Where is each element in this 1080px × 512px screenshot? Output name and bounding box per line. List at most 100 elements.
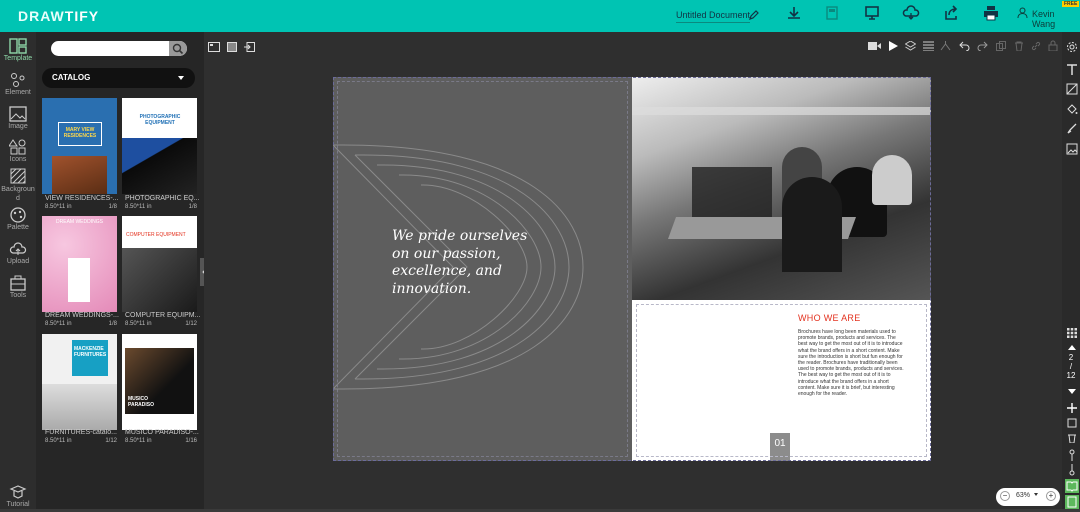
print-button[interactable] <box>976 5 1006 21</box>
template-size: 8.50*11 in <box>125 438 152 444</box>
template-pages: 1/12 <box>185 321 197 327</box>
document-page[interactable]: We pride ourselves on our passion, excel… <box>333 77 931 461</box>
sidebar-item-upload[interactable]: Upload <box>0 241 36 265</box>
edit-title-icon[interactable] <box>748 9 760 21</box>
cloud-icon <box>902 5 920 20</box>
template-pages: 1/16 <box>185 438 197 444</box>
template-size: 8.50*11 in <box>45 321 72 327</box>
sidebar-item-background[interactable]: Backgroun d <box>0 168 36 203</box>
cover-image <box>52 156 107 194</box>
layers-icon[interactable] <box>905 41 916 51</box>
catalog-label: CATALOG <box>52 73 91 82</box>
cover-image <box>42 384 117 430</box>
template-thumbnail[interactable]: MARY VIEW RESIDENCES <box>42 98 117 194</box>
zoom-control: − 63% + <box>996 488 1060 506</box>
sidebar-item-image[interactable]: Image <box>0 106 36 130</box>
present-button[interactable] <box>857 5 887 21</box>
save-button[interactable] <box>817 5 847 21</box>
template-name: MUSICO PARADISO-... <box>125 429 199 436</box>
redo-icon[interactable] <box>977 41 988 51</box>
template-meta: 8.50*11 in 1/16 <box>125 438 200 444</box>
undo-icon[interactable] <box>959 41 970 51</box>
brush-icon[interactable] <box>1066 123 1078 135</box>
app-logo[interactable]: DRAWTIFY <box>18 8 99 24</box>
cover-title: MUSICO PARADISO <box>128 396 155 408</box>
print-icon <box>984 6 998 21</box>
settings-icon[interactable] <box>1066 41 1078 53</box>
layout-icon[interactable] <box>208 42 220 52</box>
page-icon <box>1067 496 1077 508</box>
template-pages: 1/8 <box>108 204 117 210</box>
total-pages: 12 <box>1066 371 1076 380</box>
cover-title: MACKENZIE FURNITURES <box>72 340 108 376</box>
template-pages: 1/12 <box>105 438 117 444</box>
add-page-icon[interactable] <box>1067 403 1077 413</box>
zoom-out-button[interactable]: − <box>1000 491 1010 501</box>
zoom-level[interactable]: 63% <box>1016 492 1030 499</box>
picture-icon[interactable] <box>1066 143 1078 155</box>
link-icon[interactable] <box>1031 41 1041 51</box>
video-icon[interactable] <box>868 41 881 51</box>
catalog-dropdown[interactable]: CATALOG <box>42 68 195 88</box>
template-thumbnail[interactable]: COMPUTER EQUIPMENT <box>122 216 197 312</box>
zoom-dropdown-icon[interactable] <box>1034 493 1038 496</box>
sidebar-item-label: Template <box>3 55 33 62</box>
sidebar-item-label: Icons <box>9 156 27 163</box>
sidebar-item-label: Upload <box>6 258 30 265</box>
fill-icon[interactable] <box>1066 103 1078 115</box>
cloud-button[interactable] <box>896 5 926 21</box>
user-name[interactable]: Kevin Wang <box>1032 9 1080 29</box>
download-button[interactable] <box>779 5 809 21</box>
save-icon <box>826 6 838 20</box>
cover-title: COMPUTER EQUIPMENT <box>126 232 186 238</box>
background-color-icon[interactable] <box>227 42 237 52</box>
page-separator: / <box>1069 362 1073 371</box>
page-view-button[interactable] <box>1065 495 1079 509</box>
sidebar-item-template[interactable]: Template <box>0 38 36 62</box>
user-icon[interactable] <box>1017 7 1028 18</box>
cover-image <box>122 138 197 194</box>
grid-view-icon[interactable] <box>1067 328 1077 338</box>
text-icon[interactable] <box>1066 63 1078 75</box>
lock-icon[interactable] <box>1048 40 1058 51</box>
delete-page-icon[interactable] <box>1067 433 1077 443</box>
search-button[interactable] <box>169 41 187 56</box>
share-button[interactable] <box>936 5 966 21</box>
move-down-icon[interactable] <box>1067 464 1077 476</box>
cover-title: MARY VIEW RESIDENCES <box>58 122 102 146</box>
sidebar-item-tools[interactable]: Tools <box>0 275 36 299</box>
group-icon[interactable] <box>940 41 951 51</box>
play-icon[interactable] <box>888 41 898 51</box>
previous-page-icon[interactable] <box>1068 345 1076 350</box>
share-icon <box>945 5 958 20</box>
move-up-icon[interactable] <box>1067 449 1077 461</box>
sidebar-item-tutorial[interactable]: Tutorial <box>0 484 36 508</box>
palette-icon <box>10 207 26 223</box>
delete-icon[interactable] <box>1014 41 1024 51</box>
sidebar-item-icons[interactable]: Icons <box>0 139 36 163</box>
next-page-icon[interactable] <box>1068 389 1076 394</box>
copy-icon[interactable] <box>996 41 1006 51</box>
zoom-in-button[interactable]: + <box>1046 491 1056 501</box>
align-icon[interactable] <box>923 41 934 51</box>
template-name: PHOTOGRAPHIC EQ... <box>125 195 200 202</box>
template-thumbnail[interactable]: DREAM WEDDINGS <box>42 216 117 312</box>
sidebar-item-label: Palette <box>7 224 29 231</box>
template-thumbnail[interactable]: MUSICO PARADISO <box>122 334 197 430</box>
shape-icon[interactable] <box>1066 83 1078 95</box>
template-meta: 8.50*11 in 1/12 <box>125 321 200 327</box>
import-icon[interactable] <box>244 42 255 52</box>
book-view-button[interactable] <box>1065 479 1079 493</box>
template-size: 8.50*11 in <box>125 321 152 327</box>
template-thumbnail[interactable]: PHOTOGRAPHIC EQUIPMENT <box>122 98 197 194</box>
tools-icon <box>10 275 26 291</box>
document-title[interactable]: Untitled Document <box>676 10 751 23</box>
free-badge: FREE <box>1062 1 1080 7</box>
template-meta: 8.50*11 in 1/8 <box>45 321 120 327</box>
sidebar-item-element[interactable]: Element <box>0 72 36 96</box>
duplicate-page-icon[interactable] <box>1067 418 1077 428</box>
template-size: 8.50*11 in <box>45 204 72 210</box>
template-thumbnail[interactable]: MACKENZIE FURNITURES <box>42 334 117 430</box>
sidebar-item-palette[interactable]: Palette <box>0 207 36 231</box>
search-input[interactable] <box>51 41 187 56</box>
